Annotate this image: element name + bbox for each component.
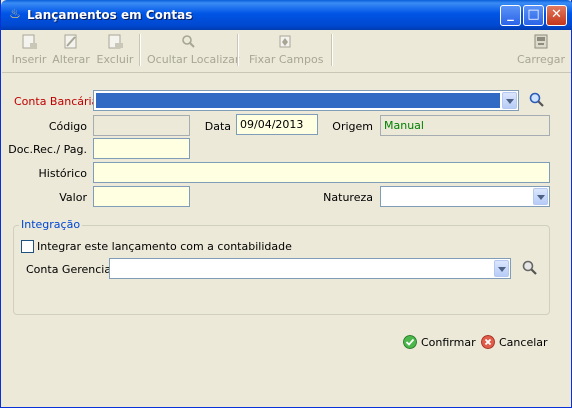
title-bar[interactable]: ♨ Lançamentos em Contas _ □ ✕ (1, 0, 572, 30)
toolbar-separator (237, 34, 239, 66)
chevron-down-icon[interactable] (494, 260, 509, 277)
date-label: Data (204, 120, 231, 133)
pin-icon (279, 35, 291, 48)
confirm-label: Confirmar (421, 336, 476, 349)
edit-label: Alterar (52, 53, 90, 66)
search-icon (182, 35, 195, 48)
cancel-icon (481, 335, 495, 349)
pin-fields-button[interactable]: Fixar Campos (249, 34, 324, 66)
delete-icon (108, 34, 123, 49)
window-title: Lançamentos em Contas (27, 8, 193, 22)
integrate-checkbox[interactable] (21, 240, 34, 253)
search-icon[interactable] (528, 91, 546, 109)
window: ♨ Lançamentos em Contas _ □ ✕ Inserir Al… (0, 0, 572, 408)
toggle-search-label: Ocultar Localizar (147, 53, 240, 66)
toggle-search-button[interactable]: Ocultar Localizar (147, 34, 240, 66)
origin-value: Manual (384, 119, 424, 132)
confirm-icon (403, 335, 417, 349)
selection-highlight (96, 93, 500, 108)
code-field (93, 115, 190, 136)
history-field[interactable] (93, 162, 550, 183)
edit-icon (64, 34, 77, 49)
pin-fields-label: Fixar Campos (249, 53, 324, 66)
doc-field[interactable] (93, 138, 190, 159)
app-icon: ♨ (9, 7, 21, 22)
code-label: Código (48, 120, 87, 133)
insert-icon (22, 34, 37, 49)
date-value: 09/04/2013 (240, 118, 304, 131)
amount-field[interactable] (93, 186, 190, 207)
integrate-checkbox-label[interactable]: Integrar este lançamento com a contabili… (37, 240, 292, 253)
bank-account-label: Conta Bancária (14, 95, 99, 108)
chevron-down-icon[interactable] (533, 188, 548, 205)
nature-label: Natureza (323, 191, 373, 204)
doc-label: Doc.Rec./ Pag. (8, 143, 87, 156)
confirm-button[interactable]: Confirmar (403, 333, 476, 353)
toolbar-separator (139, 34, 141, 66)
origin-field: Manual (380, 115, 550, 136)
maximize-button[interactable]: □ (523, 5, 544, 26)
chevron-down-icon[interactable] (502, 92, 517, 109)
toolbar-separator (331, 34, 333, 66)
minimize-button[interactable]: _ (500, 5, 521, 26)
search-icon[interactable] (521, 259, 539, 277)
origin-label: Origem (332, 120, 373, 133)
management-account-select[interactable] (109, 258, 511, 279)
toolbar: Inserir Alterar Excluir Ocultar Localiza… (2, 30, 571, 73)
management-account-label: Conta Gerencial (26, 263, 115, 276)
bank-account-select[interactable] (93, 90, 519, 111)
insert-button[interactable]: Inserir (11, 34, 47, 66)
delete-button[interactable]: Excluir (96, 34, 134, 66)
integration-legend: Integração (19, 218, 83, 231)
amount-label: Valor (59, 191, 87, 204)
delete-label: Excluir (96, 53, 134, 66)
cancel-button[interactable]: Cancelar (481, 333, 548, 353)
date-field[interactable]: 09/04/2013 (236, 114, 318, 135)
load-label: Carregar (517, 53, 566, 66)
cancel-label: Cancelar (499, 336, 548, 349)
load-icon (534, 34, 548, 49)
insert-label: Inserir (11, 53, 47, 66)
history-label: Histórico (38, 167, 87, 180)
nature-select[interactable] (380, 186, 550, 207)
close-button[interactable]: ✕ (546, 5, 567, 26)
load-button[interactable]: Carregar (517, 34, 565, 66)
edit-button[interactable]: Alterar (51, 34, 91, 66)
